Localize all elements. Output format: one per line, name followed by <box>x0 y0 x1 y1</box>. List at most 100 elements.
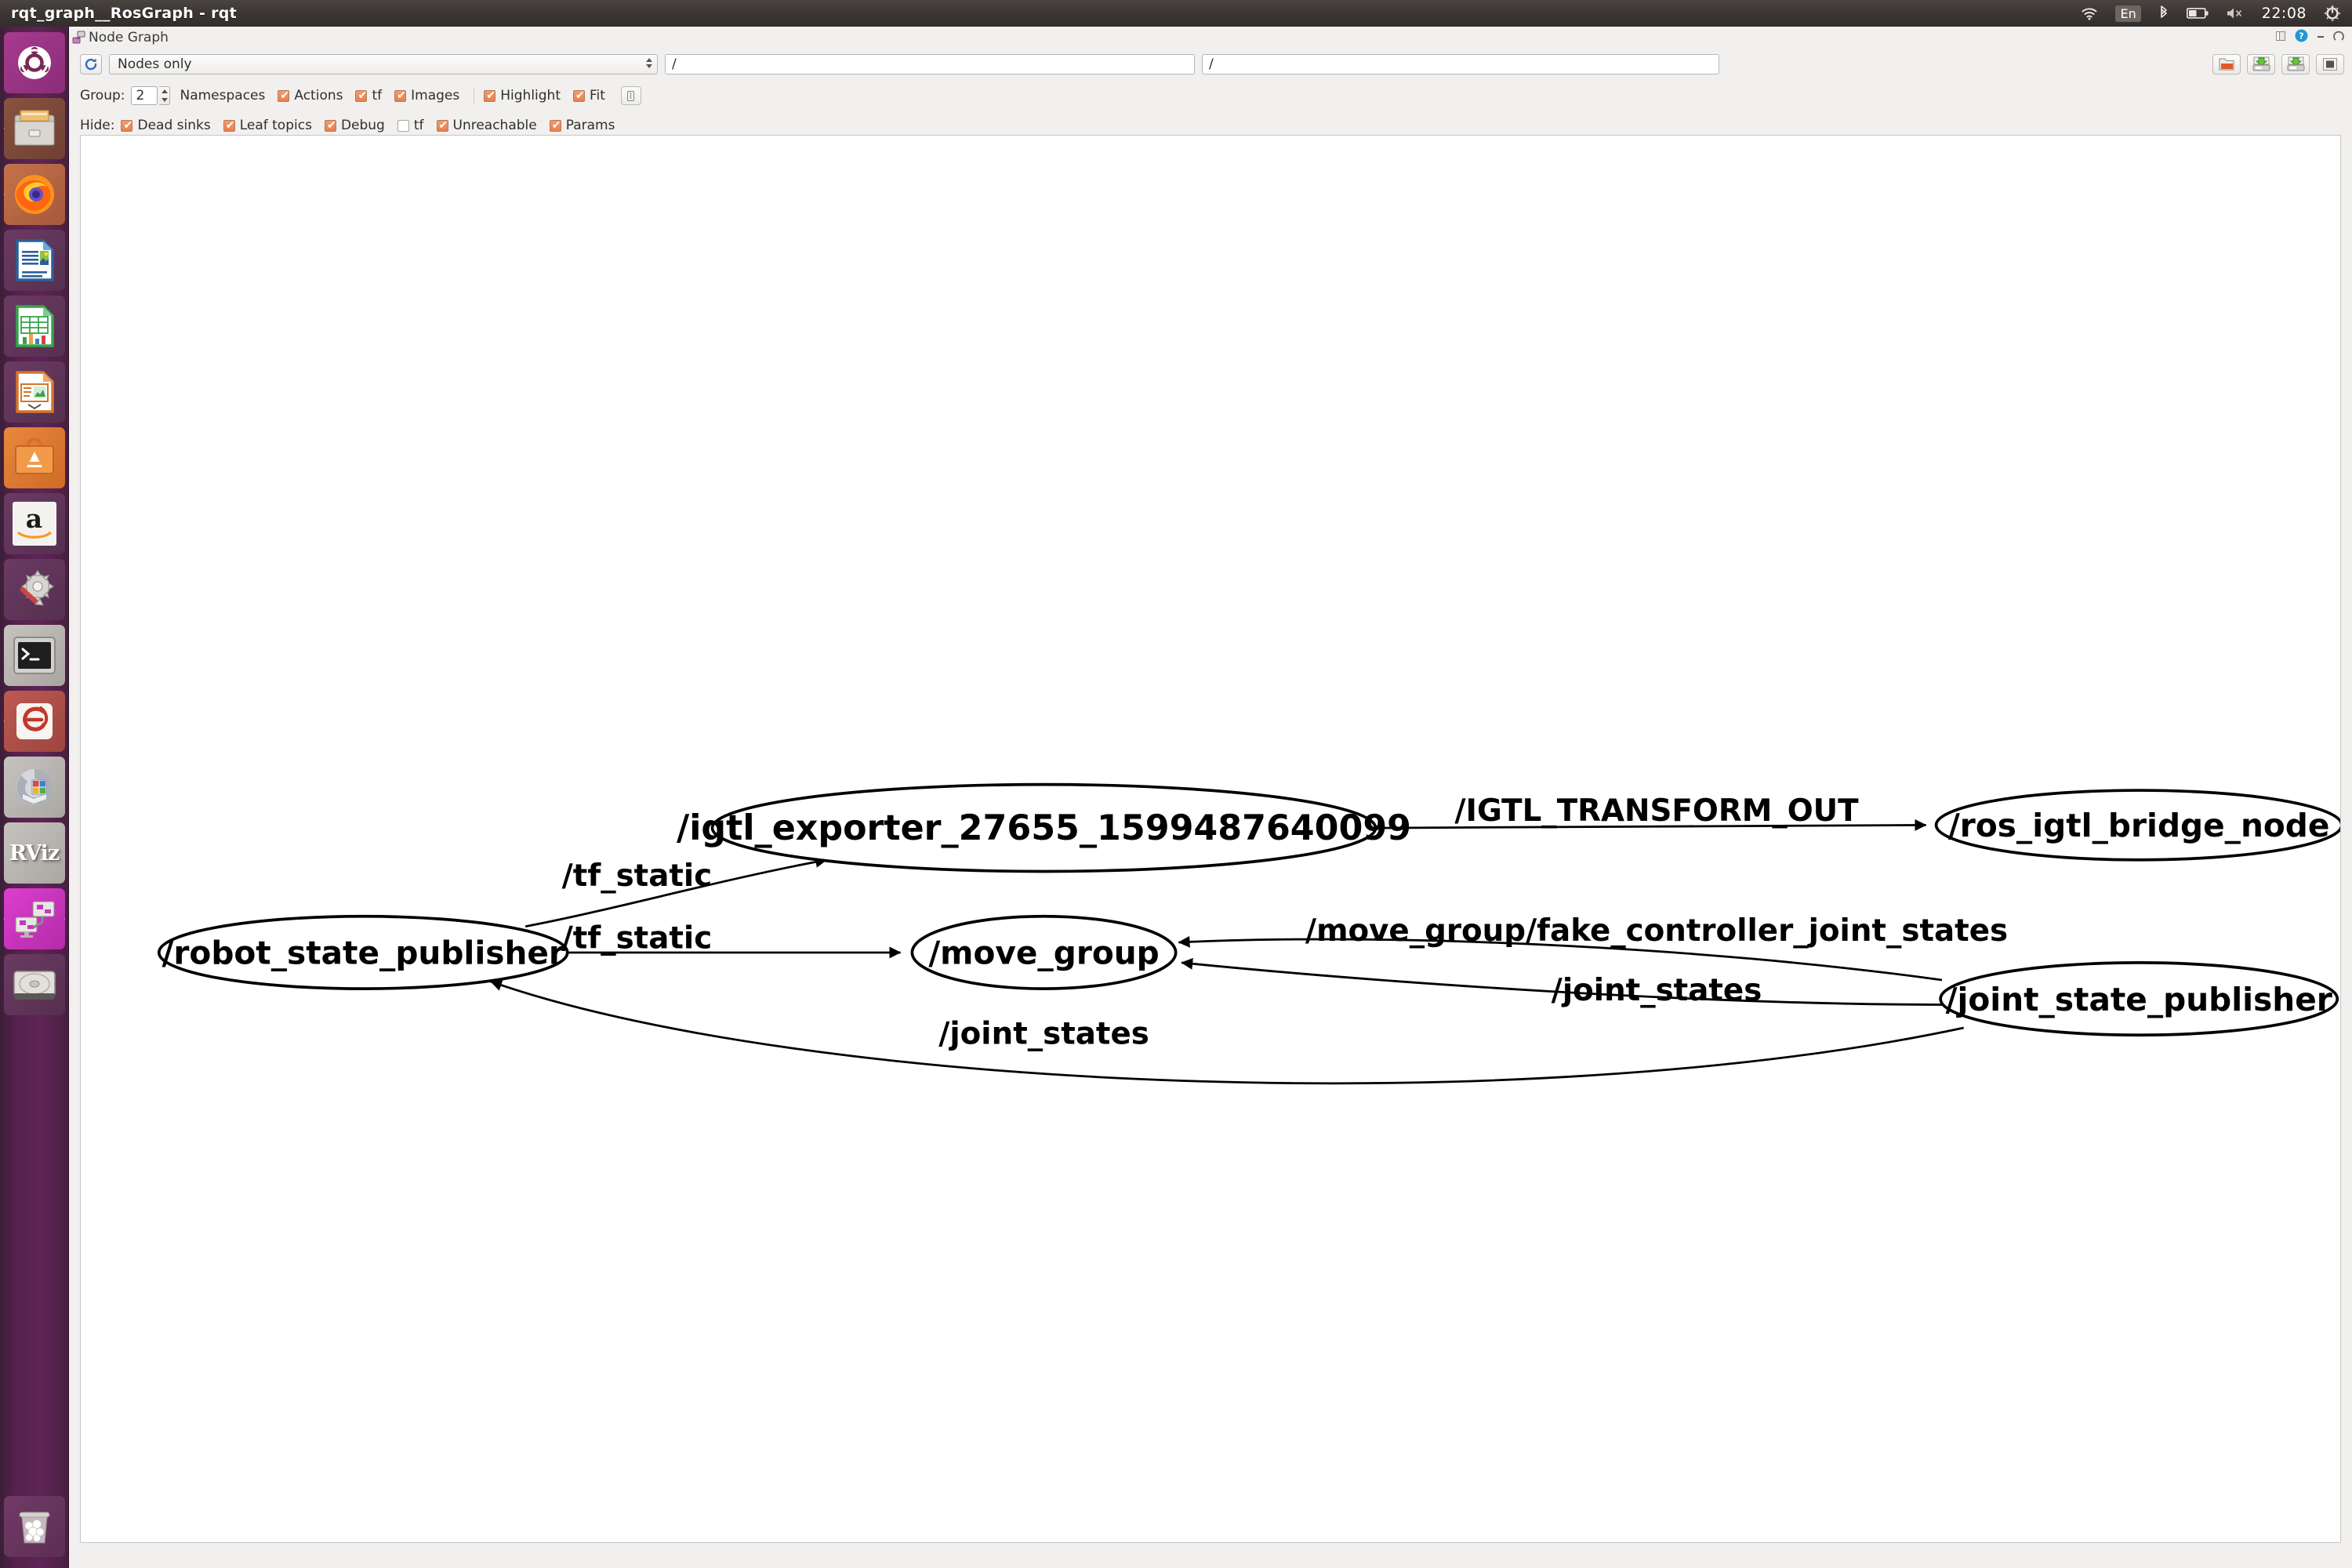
unity-launcher: a RViz <box>0 27 69 1568</box>
refresh-graph-button[interactable] <box>80 54 102 74</box>
running-indicator <box>3 651 5 660</box>
fit-in-view-button[interactable] <box>2316 54 2344 74</box>
launcher-item-rviz[interactable]: RViz <box>3 822 65 884</box>
checkbox-dead-sinks-label: Dead sinks <box>137 118 211 133</box>
launcher-item-system-settings[interactable] <box>3 559 65 620</box>
launcher-item-trash[interactable] <box>4 1496 65 1557</box>
launcher-item-rqt[interactable] <box>3 888 65 949</box>
wifi-icon[interactable] <box>2081 6 2098 20</box>
svg-text:?: ? <box>2299 31 2303 42</box>
graph-toolbar: Nodes only / / <box>69 49 2352 80</box>
keyboard-layout-indicator[interactable]: En <box>2115 5 2141 22</box>
close-button[interactable] <box>2333 30 2344 45</box>
checkbox-actions-box[interactable]: ✔ <box>278 89 290 102</box>
checkbox-fit[interactable]: ✔ Fit <box>573 88 605 103</box>
launcher-item-libreoffice-writer[interactable] <box>3 230 65 291</box>
node-igtl-exporter-label: /igtl_exporter_27655_1599487640099 <box>677 808 1411 848</box>
launcher-item-libreoffice-calc[interactable] <box>3 296 65 357</box>
checkbox-dead-sinks-box[interactable]: ✔ <box>121 119 133 132</box>
node-move-group[interactable]: /move_group <box>910 914 1178 990</box>
checkbox-images[interactable]: ✔ Images <box>394 88 459 103</box>
running-indicator <box>3 717 5 726</box>
checkbox-actions[interactable]: ✔ Actions <box>278 88 343 103</box>
node-igtl-exporter[interactable]: /igtl_exporter_27655_1599487640099 <box>677 782 1411 873</box>
checkbox-namespaces-label: Namespaces <box>180 88 266 103</box>
edge-label-tf-static-bottom: /tf_static <box>562 920 713 956</box>
node-robot-state-publisher-label: /robot_state_publisher <box>162 935 564 972</box>
checkbox-hide-tf[interactable]: tf <box>397 118 424 133</box>
checkbox-images-box[interactable]: ✔ <box>394 89 407 102</box>
status-bar <box>69 1546 2352 1568</box>
focused-indicator <box>64 914 65 924</box>
launcher-item-amazon[interactable]: a <box>3 493 65 554</box>
edge-label-joint-states-mid: /joint_states <box>1552 973 1762 1008</box>
checkbox-fit-box[interactable]: ✔ <box>573 89 585 102</box>
node-graph-icon <box>72 31 86 45</box>
checkbox-leaf-topics-box[interactable]: ✔ <box>223 119 235 132</box>
battery-icon[interactable] <box>2186 7 2209 20</box>
edge-label-joint-states-bottom: /joint_states <box>938 1016 1149 1051</box>
running-indicator <box>3 914 5 924</box>
checkbox-highlight[interactable]: ✔ Highlight <box>484 88 561 103</box>
checkbox-tf-label: tf <box>372 88 383 103</box>
checkbox-tf-box[interactable]: ✔ <box>355 89 368 102</box>
node-ros-igtl-bridge-label: /ros_igtl_bridge_node <box>1948 807 2329 844</box>
node-robot-state-publisher[interactable]: /robot_state_publisher <box>157 914 569 990</box>
group-spinbox-arrows[interactable] <box>159 86 171 105</box>
checkbox-params-label: Params <box>565 118 615 133</box>
checkbox-unreachable[interactable]: ✔ Unreachable <box>436 118 537 133</box>
undock-button[interactable] <box>2275 30 2288 45</box>
save-as-image-button[interactable] <box>2281 54 2310 74</box>
checkbox-tf[interactable]: ✔ tf <box>355 88 382 103</box>
launcher-item-ubuntu-software[interactable] <box>3 427 65 488</box>
ros-graph-svg[interactable]: /igtl_exporter_27655_1599487640099 /ros_… <box>81 136 2340 1542</box>
launcher-item-files[interactable] <box>3 98 65 159</box>
checkbox-debug-box[interactable]: ✔ <box>324 119 336 132</box>
launcher-item-gazebo[interactable] <box>3 757 65 818</box>
bluetooth-icon[interactable] <box>2158 5 2169 21</box>
window-title: rqt_graph__RosGraph - rqt <box>11 5 238 22</box>
spin-up-icon[interactable] <box>161 89 168 93</box>
launcher-item-eclipse[interactable] <box>3 691 65 752</box>
node-ros-igtl-bridge[interactable]: /ros_igtl_bridge_node <box>1934 789 2340 862</box>
checkbox-images-label: Images <box>411 88 460 103</box>
node-filter-input[interactable]: / <box>1202 54 1719 74</box>
group-value: 2 <box>136 88 145 103</box>
checkbox-fit-label: Fit <box>590 88 605 103</box>
help-button[interactable]: ? <box>2295 29 2308 45</box>
spin-down-icon[interactable] <box>161 98 168 102</box>
launcher-item-libreoffice-impress[interactable] <box>3 361 65 423</box>
checkbox-params[interactable]: ✔ Params <box>549 118 615 133</box>
unpin-button[interactable] <box>620 86 641 105</box>
running-indicator <box>3 782 5 792</box>
load-dot-file-button[interactable] <box>2212 54 2241 74</box>
desktop-top-panel: rqt_graph__RosGraph - rqt En 22:08 <box>0 0 2352 27</box>
checkbox-namespaces[interactable]: Namespaces <box>180 88 265 103</box>
checkbox-dead-sinks[interactable]: ✔ Dead sinks <box>121 118 211 133</box>
checkbox-hide-tf-box[interactable] <box>397 119 409 132</box>
checkbox-unreachable-label: Unreachable <box>452 118 537 133</box>
topic-filter-input[interactable]: / <box>665 54 1195 74</box>
node-graph-canvas[interactable]: /igtl_exporter_27655_1599487640099 /ros_… <box>80 135 2341 1543</box>
group-spinbox[interactable]: 2 <box>131 86 158 105</box>
checkbox-unreachable-box[interactable]: ✔ <box>436 119 448 132</box>
gear-power-icon[interactable] <box>2324 5 2341 22</box>
graph-actions-group <box>2212 54 2344 74</box>
checkbox-params-box[interactable]: ✔ <box>549 119 561 132</box>
checkbox-debug[interactable]: ✔ Debug <box>324 118 385 133</box>
volume-muted-icon[interactable] <box>2226 6 2245 20</box>
checkbox-leaf-topics[interactable]: ✔ Leaf topics <box>223 118 312 133</box>
clock[interactable]: 22:08 <box>2262 5 2307 22</box>
checkbox-highlight-box[interactable]: ✔ <box>484 89 496 102</box>
checkbox-highlight-label: Highlight <box>500 88 561 103</box>
graph-type-combobox[interactable]: Nodes only <box>109 54 658 74</box>
minimize-button[interactable] <box>2315 30 2326 45</box>
launcher-item-firefox[interactable] <box>3 164 65 225</box>
node-joint-state-publisher[interactable]: /joint_state_publisher <box>1939 961 2339 1037</box>
launcher-item-ubuntu-dash[interactable] <box>3 32 65 93</box>
launcher-item-terminal[interactable] <box>3 625 65 686</box>
graph-type-value: Nodes only <box>118 56 192 72</box>
window-buttons: ? <box>2275 29 2352 45</box>
launcher-item-disks[interactable] <box>3 954 65 1015</box>
save-as-dot-button[interactable] <box>2247 54 2275 74</box>
